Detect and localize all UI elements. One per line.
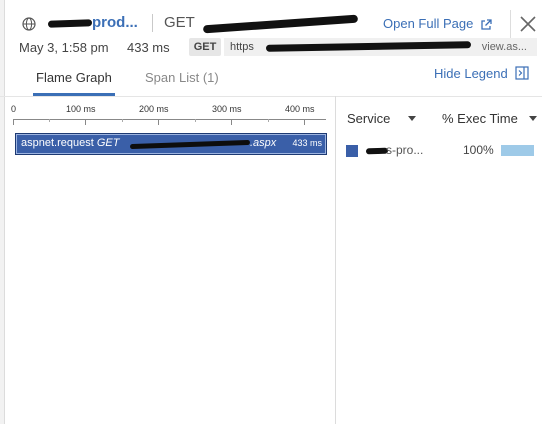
trace-method: GET	[164, 14, 195, 31]
legend-service-name: s-pro...	[386, 143, 424, 157]
redaction-mark	[265, 41, 472, 52]
tab-span-list[interactable]: Span List (1)	[145, 70, 219, 85]
tick-label: 0	[11, 104, 17, 114]
open-full-page-button[interactable]: Open Full Page	[383, 16, 492, 31]
axis-minor-tick	[122, 119, 123, 122]
tick-label: 100 ms	[66, 104, 96, 114]
collapse-legend-icon[interactable]	[515, 66, 529, 80]
redaction-mark	[365, 147, 389, 155]
legend-pane: Service % Exec Time s-pro... 100%	[336, 97, 542, 424]
close-separator	[510, 10, 511, 38]
exec-time-bar	[501, 145, 534, 156]
span-resource-suffix: .aspx	[250, 137, 277, 149]
axis-tick	[231, 119, 232, 125]
tick-label: 300 ms	[212, 104, 242, 114]
service-name-link[interactable]: prod...	[92, 14, 138, 31]
view-tabs: Flame Graph Span List (1) Hide Legend	[0, 60, 542, 97]
legend-exec-pct: 100%	[463, 143, 494, 157]
tick-label: 400 ms	[285, 104, 315, 114]
span-bar[interactable]: aspnet.request GET .aspx 433 ms	[15, 133, 327, 155]
axis-minor-tick	[49, 119, 50, 122]
service-header-label: Service	[347, 111, 391, 126]
redaction-mark	[129, 139, 251, 150]
globe-icon	[22, 17, 36, 31]
trace-meta-row: May 3, 1:58 pm 433 ms GET https view.as.…	[0, 36, 542, 60]
span-name: aspnet.request	[21, 137, 94, 149]
trace-duration: 433 ms	[127, 40, 170, 55]
open-full-page-label: Open Full Page	[383, 16, 474, 31]
tick-label: 200 ms	[139, 104, 169, 114]
service-color-swatch	[346, 145, 358, 157]
hide-legend-button[interactable]: Hide Legend	[434, 66, 508, 81]
axis-tick	[85, 119, 86, 125]
tab-flame-graph[interactable]: Flame Graph	[36, 70, 112, 85]
header-bar: prod... GET Open Full Page	[0, 0, 542, 38]
redaction-mark	[47, 19, 93, 28]
axis-tick	[158, 119, 159, 125]
flame-graph-pane: 0 100 ms 200 ms 300 ms 400 ms aspnet.req…	[5, 97, 335, 424]
exec-header-label: % Exec Time	[442, 111, 518, 126]
title-separator	[152, 14, 153, 32]
axis-line	[13, 119, 326, 120]
service-column-header[interactable]: Service	[347, 111, 390, 126]
legend-row[interactable]: s-pro... 100%	[336, 137, 542, 163]
axis-minor-tick	[195, 119, 196, 122]
url-suffix: view.as...	[481, 41, 527, 53]
redaction-mark	[202, 14, 359, 34]
trace-date: May 3, 1:58 pm	[19, 40, 109, 55]
url-field[interactable]: https view.as...	[224, 38, 537, 56]
exec-time-column-header[interactable]: % Exec Time	[442, 111, 518, 126]
span-method: GET	[96, 137, 120, 149]
active-tab-indicator	[33, 93, 115, 96]
url-prefix: https	[230, 41, 254, 53]
time-axis: 0 100 ms 200 ms 300 ms 400 ms	[5, 97, 335, 127]
chevron-down-icon[interactable]	[529, 116, 537, 121]
close-icon[interactable]	[516, 12, 540, 36]
external-link-icon	[481, 18, 492, 30]
axis-tick	[13, 119, 14, 125]
span-duration: 433 ms	[292, 138, 322, 148]
span-label: aspnet.request GET	[21, 137, 119, 149]
chevron-down-icon[interactable]	[408, 116, 416, 121]
axis-tick	[304, 119, 305, 125]
axis-minor-tick	[268, 119, 269, 122]
method-badge: GET	[189, 38, 221, 56]
